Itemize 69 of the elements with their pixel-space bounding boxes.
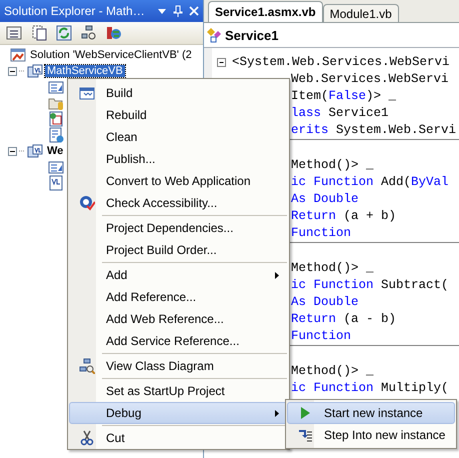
collapse-icon[interactable] [215,56,228,69]
class-diagram-icon[interactable] [81,25,97,41]
tree-item[interactable]: Solution 'WebServiceClientVB' (2 [28,49,194,61]
menu-item[interactable]: Cut [69,427,288,449]
accessibility-check-icon [79,195,95,211]
web-page-icon [48,111,64,127]
vb-file-icon [48,175,64,191]
menu-item[interactable]: Project Build Order... [69,239,288,261]
config-file-icon [48,127,64,143]
menu-item[interactable]: Rebuild [69,104,288,126]
code-line: As Double [291,294,359,311]
properties-icon[interactable] [6,25,22,41]
document-tab[interactable]: Module1.vb [322,4,399,22]
panel-title: Solution Explorer - Math… [4,4,146,18]
code-line: Return (a + b) [291,208,396,225]
code-line: Return (a - b) [291,311,396,328]
class-selector[interactable]: Service1 [225,28,278,42]
menu-item[interactable]: Project Dependencies... [69,217,288,239]
code-line: Web.Services.WebServi [291,71,449,88]
scissors-icon [79,430,95,446]
tree-connector [19,70,25,72]
close-icon[interactable] [189,6,199,16]
code-line: ic Function Multiply( [291,380,449,397]
menu-item[interactable]: Check Accessibility... [69,192,288,214]
menu-item[interactable]: Add Reference... [69,286,288,308]
references-icon [48,79,64,95]
code-line: As Double [291,191,359,208]
tree-connector [19,150,25,152]
menu-item[interactable]: Convert to Web Application [69,170,288,192]
code-line: Item(False)> _ [291,88,396,105]
globe-icon[interactable] [106,25,122,41]
code-line: <System.Web.Services.WebServi [232,54,450,71]
files-icon[interactable] [31,25,47,41]
code-line: Method()> _ [291,260,374,277]
menu-item[interactable]: Debug [69,402,288,424]
code-line: Method()> _ [291,157,374,174]
step-into-icon [297,427,313,443]
menu-item[interactable]: Publish... [69,148,288,170]
menu-item[interactable]: View Class Diagram [69,355,288,377]
tree-item[interactable]: We [45,145,66,157]
document-tab[interactable]: Service1.asmx.vb [208,1,323,22]
references-icon [48,159,64,175]
collapse-icon[interactable] [8,66,17,76]
menu-item[interactable]: Set as StartUp Project [69,380,288,402]
code-line: Function [291,328,352,345]
code-line: ic Function Add(ByVal [291,174,449,191]
class-diagram-icon [79,358,95,374]
refresh-icon[interactable] [56,25,72,41]
menu-item[interactable]: Clean [69,126,288,148]
class-icon [206,27,222,43]
dropdown-icon[interactable] [157,6,167,16]
collapse-icon[interactable] [8,146,17,156]
menu-item[interactable]: Build [69,82,288,104]
code-line: lass Service1 [291,105,389,122]
vb-project-icon [27,63,43,79]
code-line: Method()> _ [291,363,374,380]
code-line: erits System.Web.Servi [291,122,456,139]
vb-project-icon [27,143,43,159]
menu-item[interactable]: Step Into new instance [287,424,455,446]
menu-item[interactable]: Add Web Reference... [69,308,288,330]
build-icon [79,85,95,101]
menu-item[interactable]: Start new instance [287,402,455,424]
solution-icon [10,47,26,63]
tree-item[interactable]: MathServiceVB [45,65,125,77]
code-line: ic Function Subtract( [291,277,449,294]
pin-icon[interactable] [173,5,183,17]
code-line: Function [291,225,352,242]
menu-item[interactable]: Add Service Reference... [69,330,288,352]
menu-item[interactable]: Add [69,264,288,286]
